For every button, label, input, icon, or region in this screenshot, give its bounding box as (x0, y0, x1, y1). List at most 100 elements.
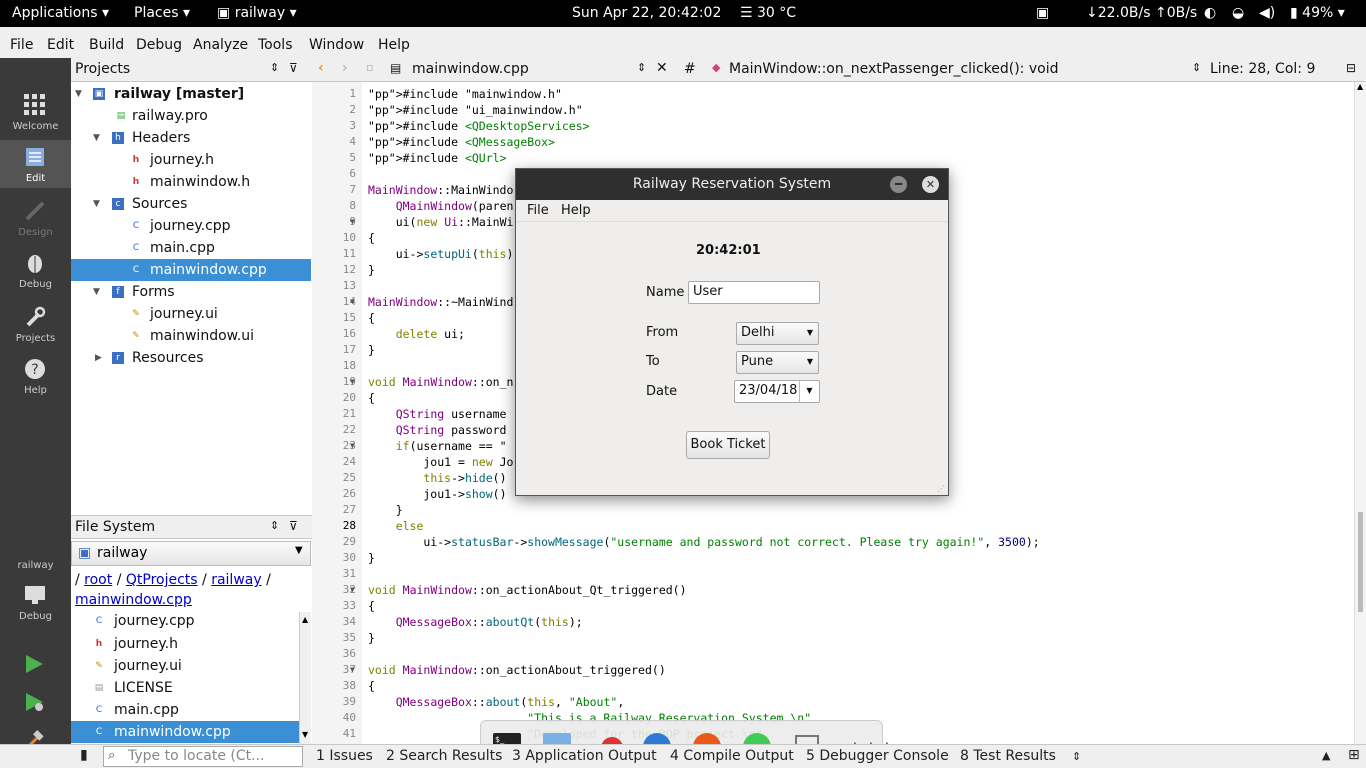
tab-search-results[interactable]: 2 Search Results (386, 748, 502, 764)
code-line[interactable]: "pp">#include <QMessageBox> (368, 135, 555, 149)
filter-icon[interactable]: ⊽ (289, 61, 298, 75)
code-line[interactable]: QString username (368, 407, 507, 421)
book-ticket-button[interactable]: Book Ticket (686, 431, 770, 459)
run-button[interactable] (24, 654, 44, 677)
tree-node-mainwindow-h[interactable]: h mainwindow.h (71, 171, 311, 193)
list-item[interactable]: h journey.h (71, 633, 299, 655)
tree-node-sources[interactable]: ▼ c Sources (71, 193, 311, 215)
tab-debugger-console[interactable]: 5 Debugger Console (806, 748, 949, 764)
weather-indicator[interactable]: ☰ 30 °C (740, 5, 796, 21)
editor-scrollbar[interactable]: ▲ (1354, 82, 1366, 744)
mode-help[interactable]: ? Help (0, 352, 71, 400)
mode-welcome[interactable]: Welcome (0, 88, 71, 136)
cursor-position[interactable]: Line: 28, Col: 9 (1210, 61, 1315, 77)
code-line[interactable]: { (368, 599, 375, 613)
code-line[interactable]: } (368, 343, 375, 357)
night-icon[interactable]: ◐ (1204, 5, 1216, 21)
menu-help[interactable]: Help (378, 37, 410, 53)
code-line[interactable]: "pp">#include <QDesktopServices> (368, 119, 590, 133)
code-line[interactable]: void MainWindow::on_n (368, 375, 513, 389)
battery-indicator[interactable]: ▮ 49% ▾ (1290, 5, 1345, 21)
tree-node-mainwindow-cpp[interactable]: Cmainwindow.cpp (71, 259, 311, 281)
code-line[interactable]: "pp">#include "ui_mainwindow.h" (368, 103, 583, 117)
menu-window[interactable]: Window (309, 37, 364, 53)
name-field[interactable]: User (688, 281, 820, 304)
date-field[interactable]: 23/04/18 ▼ (734, 380, 820, 403)
locator-field[interactable]: ⌕ Type to locate (Ct... (103, 746, 303, 767)
tab-test-results[interactable]: 8 Test Results (960, 748, 1056, 764)
scrollbar[interactable]: ▲ ▼ (299, 612, 311, 744)
code-line[interactable]: { (368, 311, 375, 325)
tree-node-pro[interactable]: ▤ railway.pro (71, 105, 311, 127)
scroll-up-icon[interactable]: ▲ (1357, 82, 1363, 91)
code-line[interactable]: ui->statusBar->showMessage("username and… (368, 535, 1039, 549)
app-menu[interactable]: ▣ railway ▾ (217, 5, 297, 21)
tree-node-forms[interactable]: ▼ f Forms (71, 281, 311, 303)
symbol-selector[interactable]: MainWindow::on_nextPassenger_clicked(): … (729, 61, 1058, 77)
collapse-icon[interactable]: ▶ (95, 347, 105, 369)
menu-tools[interactable]: Tools (258, 37, 293, 53)
code-line[interactable]: } (368, 263, 375, 277)
code-line[interactable]: } (368, 631, 375, 645)
expand-icon[interactable]: ▼ (75, 83, 85, 105)
code-line[interactable]: jou1->show() (368, 487, 506, 501)
tree-node-journey-ui[interactable]: ✎ journey.ui (71, 303, 311, 325)
tab-compile-output[interactable]: 4 Compile Output (670, 748, 794, 764)
code-line[interactable]: } (368, 551, 375, 565)
fold-toggle-icon[interactable]: ▼ (350, 441, 355, 450)
code-line[interactable]: QString password (368, 423, 507, 437)
menu-debug[interactable]: Debug (136, 37, 182, 53)
clock[interactable]: Sun Apr 22, 20:42:02 (572, 5, 721, 21)
close-icon[interactable]: ✕ (656, 60, 668, 76)
list-item[interactable]: Cmainwindow.cpp (71, 721, 299, 743)
split-icon[interactable]: ⊟ (1346, 61, 1356, 75)
people-icon[interactable]: ▣ (1036, 5, 1049, 21)
code-line[interactable]: QMessageBox::about(this, "About", (368, 695, 625, 709)
dialog-menu-help[interactable]: Help (561, 203, 591, 218)
tree-node-root[interactable]: ▼ ▣ railway [master] (71, 83, 311, 105)
maximize-pane-icon[interactable]: ▲ (1322, 749, 1330, 762)
wifi-icon[interactable]: ◒ (1232, 5, 1244, 21)
crumb-railway[interactable]: railway (211, 572, 261, 588)
forward-icon[interactable]: › (342, 60, 348, 76)
menu-edit[interactable]: Edit (47, 37, 74, 53)
list-item[interactable]: Cjourney.cpp (71, 612, 299, 632)
open-file-name[interactable]: mainwindow.cpp (412, 61, 529, 77)
code-line[interactable]: { (368, 391, 375, 405)
mode-debug[interactable]: Debug (0, 246, 71, 294)
list-item[interactable]: ✎ journey.ui (71, 655, 299, 677)
expand-icon[interactable]: ▼ (93, 127, 103, 149)
code-line[interactable]: jou1 = new Jo (368, 455, 513, 469)
tree-node-mainwindow-ui[interactable]: ✎ mainwindow.ui (71, 325, 311, 347)
code-line[interactable]: if(username == " (368, 439, 507, 453)
code-line[interactable]: } (368, 503, 403, 517)
code-line[interactable]: ui(new Ui::MainWi (368, 215, 514, 229)
tree-node-resources[interactable]: ▶ r Resources (71, 347, 311, 369)
code-line[interactable]: "pp">#include "mainwindow.h" (368, 87, 562, 101)
fold-toggle-icon[interactable]: ▼ (350, 585, 355, 594)
places-menu[interactable]: Places ▾ (134, 5, 190, 21)
applications-menu[interactable]: Applications ▾ (12, 5, 109, 21)
from-select[interactable]: Delhi ▼ (736, 322, 819, 345)
code-line[interactable]: MainWindow::MainWindo (368, 183, 513, 197)
code-line[interactable]: MainWindow::~MainWind (368, 295, 513, 309)
code-line[interactable]: void MainWindow::on_actionAbout_triggere… (368, 663, 666, 677)
fold-toggle-icon[interactable]: ▼ (350, 665, 355, 674)
mode-edit[interactable]: Edit (0, 140, 71, 188)
expand-icon[interactable]: ▼ (93, 281, 103, 303)
code-line[interactable]: QMessageBox::aboutQt(this); (368, 615, 583, 629)
panel-combo-icon[interactable]: ⇕ (270, 519, 279, 532)
dialog-titlebar[interactable]: Railway Reservation System ━ ✕ (516, 169, 948, 200)
code-line[interactable]: { (368, 679, 375, 693)
expand-icon[interactable]: ▼ (93, 193, 103, 215)
code-line[interactable]: this->hide() (368, 471, 506, 485)
code-line[interactable]: else (368, 519, 424, 533)
split-pane-icon[interactable]: ⊞ (1348, 747, 1360, 763)
more-tabs-icon[interactable]: ⇕ (1072, 750, 1081, 763)
list-item[interactable]: ▤ LICENSE (71, 677, 299, 699)
toggle-sidebar-icon[interactable]: ▮ (80, 747, 88, 763)
scroll-up-icon[interactable]: ▲ (302, 615, 308, 624)
list-item[interactable]: Cmain.cpp (71, 699, 299, 721)
crumb-file[interactable]: mainwindow.cpp (75, 592, 192, 608)
fold-toggle-icon[interactable]: ▼ (350, 297, 355, 306)
